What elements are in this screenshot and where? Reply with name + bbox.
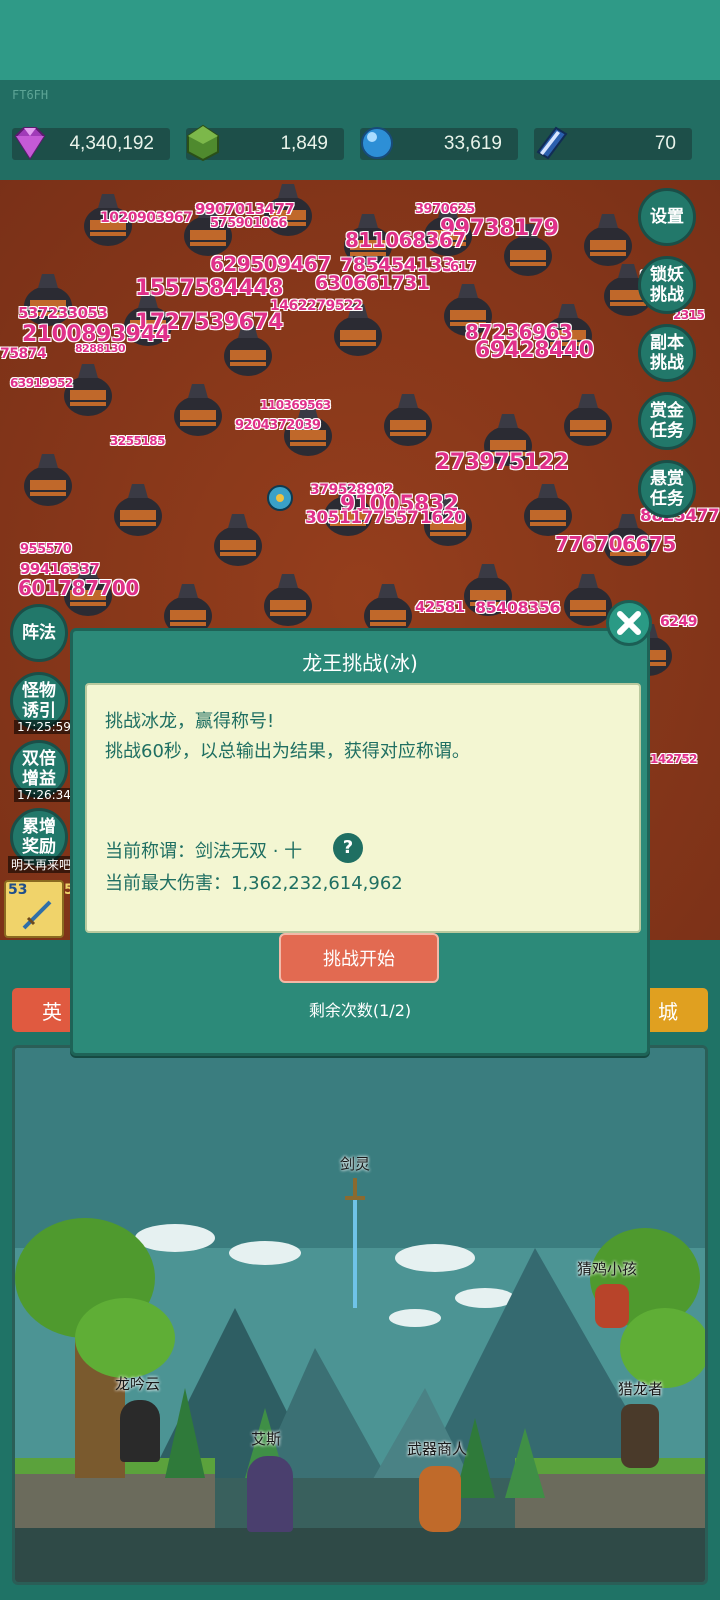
game-screen: FT6FH 4,340,192 1,849 33,619 70 99070134…	[0, 0, 720, 1600]
weapon-slot[interactable]: 53	[4, 880, 64, 938]
settings-label: 设置	[650, 207, 684, 227]
damage-number: 6249	[660, 614, 697, 630]
dialog-desc-line2: 挑战60秒，以总输出为结果，获得对应称谓。	[105, 741, 470, 762]
damage-number: 776706675	[555, 532, 676, 556]
cumulative-reward-timer: 明天再来吧	[8, 856, 75, 873]
start-challenge-label: 挑战开始	[323, 949, 395, 970]
max-damage-text: 当前最大伤害：1,362,232,614,962	[105, 873, 403, 894]
dialog-title: 龙王挑战(冰)	[302, 651, 418, 675]
damage-number: 85408356	[475, 598, 561, 617]
enemy-robot	[564, 394, 612, 446]
close-icon	[617, 611, 641, 635]
bounty-task-label: 赏金 任务	[650, 401, 684, 441]
resource-book-value: 70	[654, 133, 676, 154]
damage-number: 3970625	[415, 202, 475, 217]
start-challenge-button[interactable]: 挑战开始	[279, 933, 439, 983]
dungeon-challenge-button[interactable]: 副本 挑战	[638, 324, 696, 382]
npc-weapon-merchant[interactable]	[419, 1466, 461, 1532]
current-title-text: 当前称谓：剑法无双 · 十	[105, 841, 303, 862]
damage-number: 273975122	[435, 450, 569, 475]
damage-number: 110369563	[260, 398, 331, 412]
damage-number: 537233053	[18, 304, 108, 322]
blue-orb-icon	[361, 127, 393, 159]
npc-label-chicken-kid: 猜鸡小孩	[577, 1260, 638, 1278]
monster-lure-label: 怪物 诱引	[22, 681, 56, 721]
blue-book-icon	[536, 126, 568, 160]
dialog-body: 挑战冰龙，赢得称号! 挑战60秒，以总输出为结果，获得对应称谓。 当前称谓：剑法…	[85, 683, 641, 933]
npc-label-sword-spirit: 剑灵	[340, 1155, 371, 1173]
resource-gem-value: 4,340,192	[69, 133, 154, 154]
resource-jade: 1,849	[186, 124, 344, 162]
npc-long-yinyun[interactable]	[120, 1400, 160, 1462]
npc-label-dragon-hunter: 猎龙者	[618, 1380, 664, 1398]
sword-spirit-icon	[345, 1178, 365, 1308]
remaining-attempts: 剩余次数(1/2)	[308, 1001, 412, 1020]
settings-button[interactable]: 设置	[638, 188, 696, 246]
tab-hero-label: 英	[42, 999, 62, 1024]
double-buff-timer: 17:26:34	[14, 788, 74, 802]
town-scene: 剑灵 猜鸡小孩 龙吟云 猎龙者 艾斯 武器商人	[12, 1045, 708, 1585]
purple-gem-icon	[14, 127, 46, 160]
enemy-robot	[64, 364, 112, 416]
damage-number: 1620	[420, 508, 466, 528]
damage-number: 630661731	[315, 272, 430, 294]
reward-task-label: 悬赏 任务	[650, 469, 684, 509]
help-icon[interactable]: ?	[333, 833, 363, 863]
reward-task-button[interactable]: 悬赏 任务	[638, 460, 696, 518]
damage-number: 575901066	[210, 216, 287, 231]
damage-number: 1557584448	[135, 276, 284, 301]
enemy-robot	[24, 454, 72, 506]
enemy-robot	[174, 384, 222, 436]
demon-lock-challenge-label: 锁妖 挑战	[650, 265, 684, 305]
demon-lock-challenge-button[interactable]: 锁妖 挑战	[638, 256, 696, 314]
monster-lure-timer: 17:25:59	[14, 720, 74, 734]
damage-number: 811068367	[345, 228, 466, 252]
double-buff-label: 双倍 增益	[22, 749, 56, 789]
damage-number: 42581	[415, 598, 465, 616]
resource-jade-value: 1,849	[280, 133, 328, 154]
npc-label-ais: 艾斯	[251, 1430, 282, 1448]
formation-button[interactable]: 阵法	[10, 604, 68, 662]
resource-orb-value: 33,619	[443, 133, 502, 154]
damage-number: 63919952	[10, 376, 73, 390]
damage-number: 75874	[0, 346, 47, 362]
enemy-robot	[114, 484, 162, 536]
damage-number: 1462279522	[270, 298, 363, 314]
resource-gem: 4,340,192	[12, 127, 170, 160]
resource-book: 70	[534, 126, 692, 160]
damage-number: 3051177557	[305, 508, 419, 528]
status-band	[0, 0, 720, 80]
build-code: FT6FH	[12, 88, 49, 102]
damage-number: 955570	[20, 542, 72, 557]
formation-label: 阵法	[22, 623, 56, 643]
enemy-robot	[214, 514, 262, 566]
npc-label-long-yinyun: 龙吟云	[115, 1375, 161, 1393]
damage-number: 617	[450, 260, 476, 275]
npc-chicken-kid[interactable]	[595, 1284, 629, 1328]
bounty-task-button[interactable]: 赏金 任务	[638, 392, 696, 450]
cumulative-reward-label: 累增 奖励	[22, 817, 56, 857]
dungeon-challenge-label: 副本 挑战	[650, 333, 684, 373]
damage-number: 1020903967	[100, 210, 193, 226]
enemy-robot	[384, 394, 432, 446]
npc-dragon-hunter[interactable]	[621, 1404, 659, 1468]
close-button[interactable]	[606, 600, 652, 646]
tab-city-label: 城	[658, 999, 678, 1024]
dialog-desc-line1: 挑战冰龙，赢得称号!	[105, 711, 275, 732]
damage-number: 8288130	[75, 342, 126, 355]
damage-number: 69428440	[475, 338, 594, 363]
damage-number: 9204372039	[235, 418, 321, 433]
damage-number: 142752	[650, 752, 698, 766]
resource-orb: 33,619	[360, 127, 518, 160]
damage-number: 3255185	[110, 434, 165, 448]
green-crystal-icon	[187, 124, 219, 162]
npc-label-weapon-merchant: 武器商人	[407, 1440, 468, 1458]
enemy-robot	[264, 574, 312, 626]
npc-ais[interactable]	[247, 1456, 293, 1532]
damage-number: 601787700	[18, 576, 139, 600]
damage-number: 629509467	[210, 252, 331, 276]
sword-icon	[22, 900, 52, 930]
dragon-king-challenge-dialog: 龙王挑战(冰) 挑战冰龙，赢得称号! 挑战60秒，以总输出为结果，获得对应称谓。…	[70, 628, 650, 1056]
shuriken-icon	[267, 485, 293, 511]
